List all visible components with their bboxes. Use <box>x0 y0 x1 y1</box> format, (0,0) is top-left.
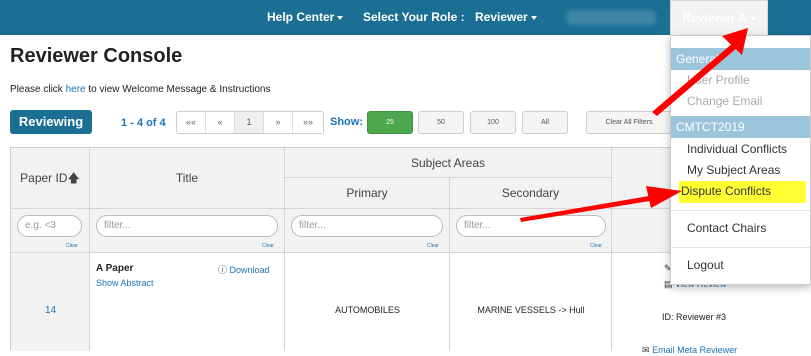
menu-section-general: General <box>671 48 810 70</box>
menu-contact-chairs[interactable]: Contact Chairs <box>687 221 766 235</box>
paper-id-clear-link[interactable]: Clear <box>66 243 78 249</box>
help-center-label: Help Center <box>267 10 335 24</box>
email-meta-label: Email Meta Reviewer <box>652 345 738 355</box>
review-id: ID: Reviewer #3 <box>662 312 727 322</box>
welcome-prefix: Please click <box>10 84 66 95</box>
page-title: Reviewer Console <box>10 45 183 67</box>
chevron-down-icon <box>749 16 756 21</box>
first-page-button[interactable]: «« <box>177 112 206 133</box>
user-menu-label: Reviewer A <box>682 11 747 25</box>
secondary-value: MARINE VESSELS -> Hull <box>477 305 585 315</box>
menu-dispute-conflicts[interactable]: Dispute Conflicts <box>681 184 771 198</box>
paper-id-header-label: Paper ID <box>20 171 68 185</box>
page-1-button[interactable]: 1 <box>235 112 264 133</box>
email-icon: ✉ <box>642 345 650 355</box>
last-page-button[interactable]: »» <box>293 112 323 133</box>
secondary-filter-input[interactable]: filter... <box>456 215 606 237</box>
show-50-button[interactable]: 50 <box>418 111 464 134</box>
role-dropdown[interactable]: Reviewer <box>475 0 537 35</box>
paper-title: A Paper <box>96 263 134 274</box>
role-value: Reviewer <box>475 10 528 24</box>
welcome-link[interactable]: here <box>66 84 86 95</box>
welcome-message: Please click here to view Welcome Messag… <box>10 84 270 95</box>
primary-filter-input[interactable]: filter... <box>291 215 443 237</box>
chevron-down-icon <box>337 15 344 20</box>
menu-section-conference: CMTCT2019 <box>671 116 810 138</box>
title-filter-input[interactable]: filter... <box>96 215 278 237</box>
paper-id-value: 14 <box>44 305 57 316</box>
show-100-button[interactable]: 100 <box>470 111 516 134</box>
sort-up-icon: 🡅 <box>67 171 80 185</box>
chevron-down-icon <box>530 15 537 20</box>
top-nav-bar: Help Center Select Your Role : Reviewer … <box>0 0 811 35</box>
show-label: Show: <box>330 116 363 128</box>
title-clear-link[interactable]: Clear <box>262 243 274 249</box>
user-dropdown-menu: General User Profile Change Email CMTCT2… <box>670 35 811 285</box>
download-label: Download <box>229 265 270 275</box>
download-icon: ⓘ <box>218 265 228 275</box>
select-role-label: Select Your Role : <box>363 10 465 24</box>
show-all-button[interactable]: All <box>522 111 568 134</box>
next-page-button[interactable]: » <box>264 112 293 133</box>
paper-id-filter-cell: e.g. <3 Clear <box>11 209 90 253</box>
paper-id-filter-input[interactable]: e.g. <3 <box>17 215 82 237</box>
secondary-header[interactable]: Secondary <box>450 178 612 209</box>
subject-areas-header: Subject Areas <box>285 148 612 178</box>
primary-value: AUTOMOBILES <box>335 305 400 315</box>
prev-page-button[interactable]: « <box>206 112 235 133</box>
menu-divider <box>671 247 810 248</box>
welcome-suffix: to view Welcome Message & Instructions <box>85 84 271 95</box>
title-filter-cell: filter... Clear <box>90 209 285 253</box>
primary-cell: AUTOMOBILES <box>285 253 450 351</box>
secondary-clear-link[interactable]: Clear <box>590 243 602 249</box>
help-center-menu[interactable]: Help Center <box>267 0 344 35</box>
menu-change-email[interactable]: Change Email <box>687 94 762 108</box>
secondary-filter-cell: filter... Clear <box>450 209 612 253</box>
secondary-cell: MARINE VESSELS -> Hull <box>450 253 612 351</box>
menu-individual-conflicts[interactable]: Individual Conflicts <box>687 142 787 156</box>
primary-filter-cell: filter... Clear <box>285 209 450 253</box>
clear-all-filters-button[interactable]: Clear All Filters <box>586 111 672 134</box>
redacted-area <box>566 10 656 25</box>
email-meta-reviewer-link[interactable]: ✉ Email Meta Reviewer <box>642 345 737 356</box>
page-info: 1 - 4 of 4 <box>121 117 166 129</box>
menu-my-subject-areas[interactable]: My Subject Areas <box>687 163 780 177</box>
table-row: 14 <box>11 253 90 351</box>
menu-logout[interactable]: Logout <box>687 258 724 272</box>
title-cell: A Paper ⓘ Download Show Abstract <box>90 253 285 351</box>
download-link[interactable]: ⓘ Download <box>218 263 270 276</box>
paper-id-header[interactable]: Paper ID🡅 <box>11 148 90 209</box>
reviewing-tab[interactable]: Reviewing <box>10 110 92 134</box>
menu-user-profile[interactable]: User Profile <box>687 73 750 87</box>
menu-divider <box>671 210 810 211</box>
pager: «« « 1 » »» <box>176 111 324 134</box>
primary-header[interactable]: Primary <box>285 178 450 209</box>
primary-clear-link[interactable]: Clear <box>427 243 439 249</box>
show-25-button[interactable]: 25 <box>367 111 413 134</box>
show-abstract-link[interactable]: Show Abstract <box>96 278 154 288</box>
title-header[interactable]: Title <box>90 148 285 209</box>
user-menu-button[interactable]: Reviewer A <box>670 0 768 35</box>
